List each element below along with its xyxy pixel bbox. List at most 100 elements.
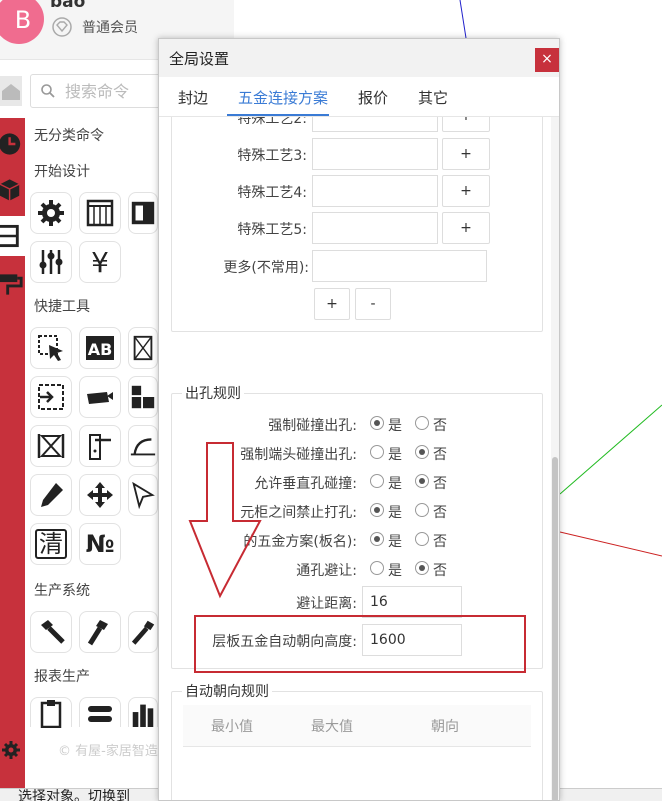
screw-icon [87,620,108,646]
rule-through-hole-avoid-yes[interactable] [370,561,384,575]
avoid-distance-input[interactable]: 16 [362,586,462,618]
rule-force-end-collision-yes-label: 是 [388,447,402,463]
rule-force-end-collision-yes[interactable] [370,445,384,459]
rule-hardware-scheme-board-yes[interactable] [370,532,384,546]
rule-force-collision-no[interactable] [415,416,429,430]
sidebar-item-recent[interactable] [0,124,25,164]
numbering-tool[interactable]: № [79,523,121,565]
craft-remove-row-button[interactable]: - [355,288,391,320]
scrollbar-thumb[interactable] [552,457,558,800]
wardrobe-tool[interactable] [79,192,121,234]
craft-label-4: 特殊工艺4: [237,185,307,201]
report-tool-3[interactable] [128,697,158,727]
rule-no-drill-between-units-no[interactable] [415,503,429,517]
pointer-tool[interactable] [128,474,158,516]
select-cursor-icon [38,335,63,361]
craft-more-input[interactable] [312,250,487,282]
section-reports[interactable]: 报表生产 [34,666,90,686]
clear-tool[interactable]: 清 [30,523,72,565]
rule-vertical-collision-yes[interactable] [370,474,384,488]
tab-edge-banding[interactable]: 封边 [178,87,208,108]
clear-icon: 清 [35,529,67,559]
section-uncategorized[interactable]: 无分类命令 [34,125,104,145]
report-tool-2[interactable] [79,697,121,727]
rule-force-collision-yes[interactable] [370,416,384,430]
rule-hardware-scheme-board-no[interactable] [415,532,429,546]
sliders-icon [39,250,63,274]
dialog-scrollbar[interactable] [551,117,559,800]
craft-add-button-5[interactable]: + [442,212,490,244]
sidebar-item-model[interactable] [0,170,25,210]
layout-icon [131,385,155,409]
tab-other[interactable]: 其它 [418,87,448,108]
move-arrows-icon [87,482,113,508]
tab-quote[interactable]: 报价 [358,87,388,108]
rule-through-hole-avoid-no-label: 否 [433,563,447,579]
diamond-icon [52,17,72,37]
member-level: 普通会员 [52,17,138,37]
select-tool[interactable] [30,327,72,369]
craft-add-row-button[interactable]: + [314,288,350,320]
paint-roller-icon [0,274,23,295]
craft-input-5[interactable] [312,212,438,244]
hourglass-icon [37,434,65,458]
drawer-tool[interactable] [128,192,158,234]
category-sidebar [0,118,25,788]
insert-tool[interactable] [30,376,72,418]
screw-tool-3[interactable] [128,611,158,653]
eyedropper-tool[interactable] [30,474,72,516]
door-handle-tool[interactable] [79,425,121,467]
rule-vertical-collision-no[interactable] [415,474,429,488]
sidebar-item-paint[interactable] [0,264,25,304]
home-button[interactable] [0,76,22,106]
craft-label-2: 特殊工艺2: [237,117,307,127]
report-tool-1[interactable] [30,697,72,728]
door-handle-icon [89,434,111,460]
screw-tool-2[interactable] [79,611,121,653]
screw-icon [131,620,155,645]
hole-rules-legend: 出孔规则 [182,383,244,403]
list-report-icon [88,705,112,722]
tab-hardware-scheme[interactable]: 五金连接方案 [238,87,328,108]
mirror-tool[interactable] [128,327,158,369]
craft-add-button-2[interactable]: + [442,117,490,132]
rule-force-end-collision-no[interactable] [415,445,429,459]
avatar[interactable]: B [0,0,44,44]
section-start-design[interactable]: 开始设计 [34,161,90,181]
rule-no-drill-between-units-yes-label: 是 [388,505,402,521]
mirror-icon [133,335,153,361]
craft-input-4[interactable] [312,175,438,207]
active-tab-indicator [227,114,329,116]
rule-through-hole-avoid-no[interactable] [415,561,429,575]
settings-button[interactable] [0,735,25,765]
saw-tool[interactable] [79,376,121,418]
sidebar-item-furniture[interactable] [0,216,25,256]
arc-tool[interactable] [128,425,158,467]
craft-input-3[interactable] [312,138,438,170]
rule-no-drill-between-units-yes[interactable] [370,503,384,517]
dialog-titlebar[interactable]: 全局设置 × [159,39,559,77]
settings-tool[interactable] [30,192,72,234]
close-button[interactable]: × [535,48,559,72]
cabinet-icon [0,224,19,248]
dialog-title: 全局设置 [169,50,230,68]
saw-icon [87,392,113,404]
layout-tool[interactable] [128,376,158,418]
ab-icon: AB [86,336,114,360]
rule-no-drill-between-units-no-label: 否 [433,505,447,521]
rule-vertical-collision-yes-label: 是 [388,476,402,492]
global-settings-dialog: 全局设置 × 封边 五金连接方案 报价 其它 特殊工艺2: + 特殊工艺3: +… [158,38,560,801]
rule-force-collision-yes-label: 是 [388,418,402,434]
craft-input-2[interactable] [312,117,438,132]
craft-add-button-4[interactable]: + [442,175,490,207]
section-production[interactable]: 生产系统 [34,580,90,600]
price-tool[interactable]: ¥ [79,241,121,283]
screw-tool-1[interactable] [30,611,72,653]
label-tool[interactable]: AB [79,327,121,369]
adjust-tool[interactable] [30,241,72,283]
fit-tool[interactable] [30,425,72,467]
section-shortcuts[interactable]: 快捷工具 [34,296,90,316]
craft-add-button-3[interactable]: + [442,138,490,170]
rule-through-hole-avoid-yes-label: 是 [388,563,402,579]
move-tool[interactable] [79,474,121,516]
